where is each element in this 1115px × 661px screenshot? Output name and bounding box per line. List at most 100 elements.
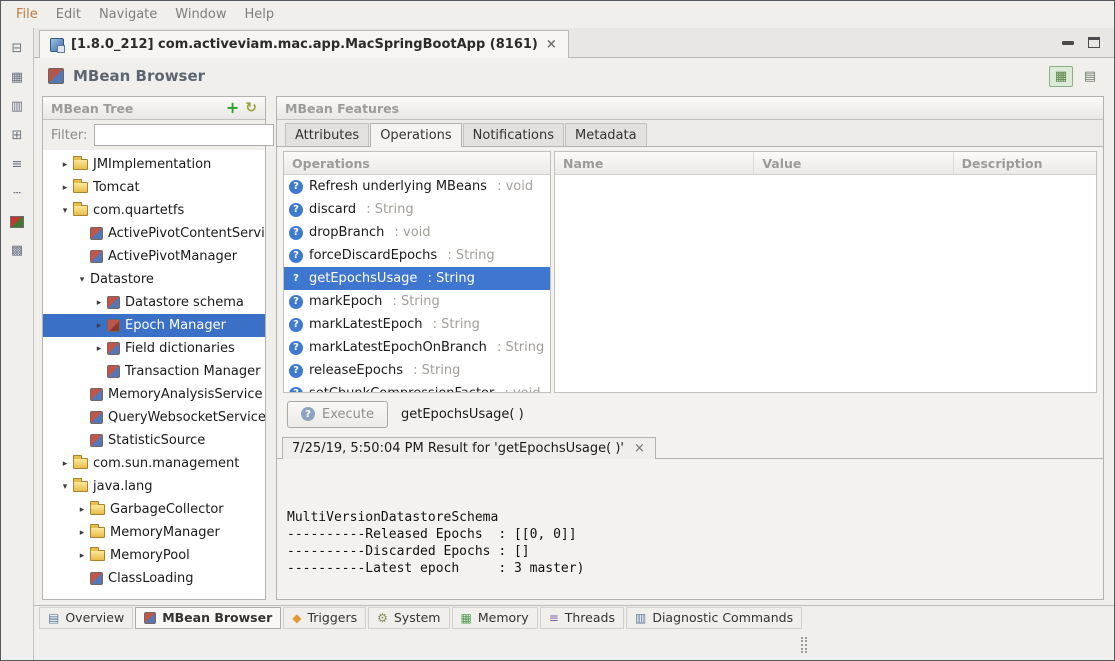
refresh-icon[interactable]: ↻ xyxy=(245,101,257,115)
column-header-name[interactable]: Name xyxy=(555,152,754,175)
operation-name: getEpochsUsage xyxy=(309,271,417,286)
tree-item[interactable]: StatisticSource xyxy=(43,429,265,452)
window-controls xyxy=(1062,37,1114,57)
close-icon[interactable]: × xyxy=(545,37,558,52)
tab-overview[interactable]: ▤ Overview xyxy=(39,607,133,629)
tab-label: Diagnostic Commands xyxy=(652,610,793,625)
menu-file[interactable]: File xyxy=(7,3,47,26)
operation-row-selected[interactable]: ?getEpochsUsage : String xyxy=(284,267,550,290)
operation-row[interactable]: ?setChunkCompressionFactor : void xyxy=(284,382,550,392)
operation-name: discard xyxy=(309,202,356,217)
tree-item[interactable]: ▸GarbageCollector xyxy=(43,498,265,521)
tab-memory[interactable]: ▦ Memory xyxy=(452,607,538,629)
filter-input[interactable] xyxy=(94,124,274,146)
palette-icon[interactable] xyxy=(10,216,24,228)
operation-row[interactable]: ?markEpoch : String xyxy=(284,290,550,313)
chevron-right-icon[interactable]: ▸ xyxy=(57,160,73,170)
chevron-right-icon[interactable]: ▸ xyxy=(74,551,90,561)
tree-item[interactable]: QueryWebsocketService xyxy=(43,406,265,429)
tree-item[interactable]: ▸ com.sun.management xyxy=(43,452,265,475)
tab-metadata[interactable]: Metadata xyxy=(565,123,647,146)
tab-operations[interactable]: Operations xyxy=(370,123,461,147)
question-icon: ? xyxy=(289,295,303,309)
tree-item-label: Field dictionaries xyxy=(125,341,235,356)
tab-system[interactable]: ⚙ System xyxy=(368,607,449,629)
tree-item[interactable]: ActivePivotManager xyxy=(43,245,265,268)
tree-item-label: com.sun.management xyxy=(93,456,239,471)
column-header-description[interactable]: Description xyxy=(954,152,1096,175)
dock-window-icon[interactable]: ⊟ xyxy=(9,42,25,55)
operation-row[interactable]: ?Refresh underlying MBeans : void xyxy=(284,175,550,198)
tree-item[interactable]: ▸JMImplementation xyxy=(43,153,265,176)
close-icon[interactable]: × xyxy=(633,441,646,456)
tree-item[interactable]: ▾java.lang xyxy=(43,475,265,498)
splitter-handle-icon[interactable] xyxy=(801,637,807,653)
tab-mbean-browser[interactable]: MBean Browser xyxy=(135,607,281,629)
column-header-value[interactable]: Value xyxy=(754,152,953,175)
grid-view-icon[interactable]: ▦ xyxy=(9,71,25,84)
tree-item-selected[interactable]: ▸Epoch Manager xyxy=(43,314,265,337)
operation-row[interactable]: ?discard : String xyxy=(284,198,550,221)
mbean-tree: ▸JMImplementation ▸Tomcat ▾com.quartetfs… xyxy=(43,150,265,599)
tab-attributes[interactable]: Attributes xyxy=(285,123,369,146)
list-icon[interactable]: ≡ xyxy=(9,158,25,171)
operation-name: Refresh underlying MBeans xyxy=(309,179,487,194)
tree-item[interactable]: ClassLoading xyxy=(43,567,265,590)
chevron-right-icon[interactable]: ▸ xyxy=(57,459,73,469)
tab-triggers[interactable]: ◆ Triggers xyxy=(283,607,366,629)
result-tab[interactable]: 7/25/19, 5:50:04 PM Result for 'getEpoch… xyxy=(282,437,656,459)
tab-diagnostic-commands[interactable]: ▥ Diagnostic Commands xyxy=(626,607,802,629)
operation-row[interactable]: ?dropBranch : void xyxy=(284,221,550,244)
tree-item[interactable]: ▸ Field dictionaries xyxy=(43,337,265,360)
chevron-right-icon[interactable]: ▸ xyxy=(91,298,107,308)
operations-pane: Operations ?Refresh underlying MBeans : … xyxy=(283,151,551,393)
chevron-down-icon[interactable]: ▾ xyxy=(57,206,73,216)
menu-help[interactable]: Help xyxy=(236,3,284,26)
chevron-right-icon[interactable]: ▸ xyxy=(91,321,107,331)
chevron-right-icon[interactable]: ▸ xyxy=(74,528,90,538)
chevron-down-icon[interactable]: ▾ xyxy=(74,275,90,285)
folder-icon xyxy=(73,458,88,469)
operation-type: : String xyxy=(362,202,413,217)
maximize-icon[interactable] xyxy=(1088,37,1100,48)
tab-threads[interactable]: ≡ Threads xyxy=(540,607,624,629)
panel-window-icon[interactable]: ⊞ xyxy=(9,129,25,142)
tree-item-label: MemoryPool xyxy=(110,548,190,563)
tree-item[interactable]: ▸ MemoryPool xyxy=(43,544,265,567)
mbean-icon xyxy=(107,319,120,332)
chevron-right-icon[interactable]: ▸ xyxy=(74,505,90,515)
execute-button[interactable]: ? Execute xyxy=(287,401,388,428)
application-tab[interactable]: [1.8.0_212] com.activeviam.mac.app.MacSp… xyxy=(39,30,569,58)
menu-window[interactable]: Window xyxy=(166,3,235,26)
tab-notifications[interactable]: Notifications xyxy=(463,123,564,146)
add-icon[interactable]: + xyxy=(226,101,239,115)
tree-item[interactable]: ▾Datastore xyxy=(43,268,265,291)
operation-row[interactable]: ?markLatestEpochOnBranch : String xyxy=(284,336,550,359)
filter-row: Filter: xyxy=(43,120,265,150)
chevron-right-icon[interactable]: ▸ xyxy=(57,183,73,193)
chevron-right-icon[interactable]: ▸ xyxy=(91,344,107,354)
operation-row[interactable]: ?releaseEpochs : String xyxy=(284,359,550,382)
dashes-icon[interactable]: ┄ xyxy=(9,187,25,200)
users-icon[interactable]: ▥ xyxy=(9,100,25,113)
tree-item[interactable]: ▸MemoryManager xyxy=(43,521,265,544)
menu-edit[interactable]: Edit xyxy=(47,3,90,26)
grid-view-toggle-icon[interactable]: ▦ xyxy=(1049,66,1073,87)
tree-item[interactable]: MemoryAnalysisService xyxy=(43,383,265,406)
tree-item[interactable]: ▸Tomcat xyxy=(43,176,265,199)
tree-item[interactable]: ▾com.quartetfs xyxy=(43,199,265,222)
list-view-toggle-icon[interactable]: ▤ xyxy=(1078,66,1102,87)
tree-item-label: MemoryAnalysisService xyxy=(108,387,262,402)
operation-name: dropBranch xyxy=(309,225,384,240)
matrix-icon[interactable]: ▩ xyxy=(9,244,25,257)
tree-item[interactable]: ActivePivotContentServi xyxy=(43,222,265,245)
minimize-icon[interactable] xyxy=(1062,41,1074,45)
menu-navigate[interactable]: Navigate xyxy=(90,3,166,26)
operation-row[interactable]: ?markLatestEpoch : String xyxy=(284,313,550,336)
memory-icon: ▦ xyxy=(461,612,472,624)
tree-item[interactable]: ▸Datastore schema xyxy=(43,291,265,314)
tree-item[interactable]: Transaction Manager xyxy=(43,360,265,383)
folder-icon xyxy=(90,527,105,538)
operation-row[interactable]: ?forceDiscardEpochs : String xyxy=(284,244,550,267)
chevron-down-icon[interactable]: ▾ xyxy=(57,482,73,492)
